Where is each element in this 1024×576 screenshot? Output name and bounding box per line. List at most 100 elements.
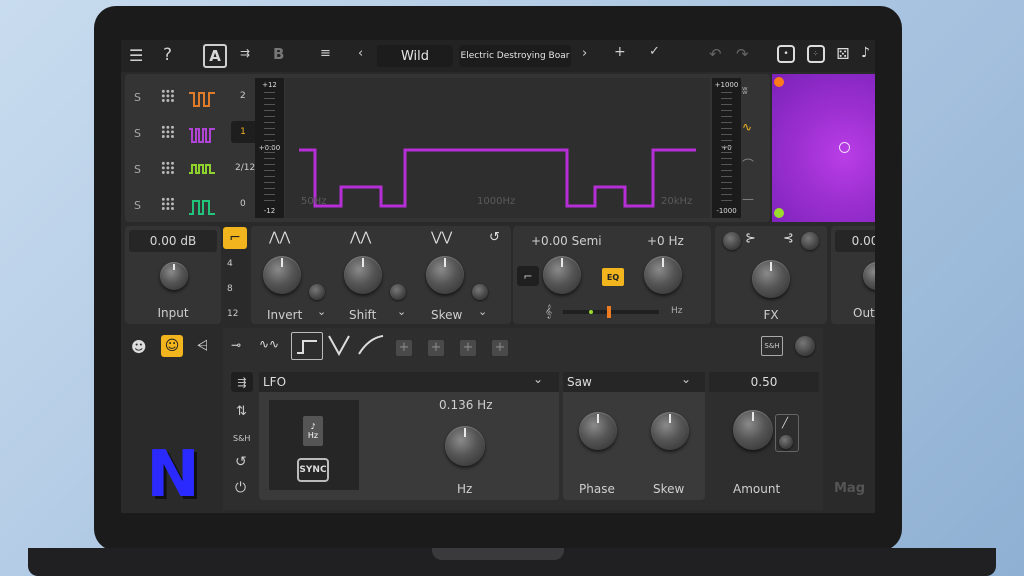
skew-small-knob[interactable] <box>472 284 488 300</box>
amount-knob[interactable] <box>733 410 773 450</box>
output-knob[interactable] <box>863 262 875 290</box>
pitch-slider[interactable] <box>563 306 659 318</box>
grid-icon[interactable] <box>161 197 175 211</box>
xy-pad-orange-node[interactable] <box>774 77 784 87</box>
lfo-rate-value[interactable]: 0.136 Hz <box>439 398 493 412</box>
gain-meter[interactable]: +12 +0.00 -12 <box>255 78 284 218</box>
help-icon[interactable]: ? <box>163 45 172 65</box>
amount-mod-slot[interactable]: ╱ <box>775 414 799 452</box>
band-2-solo-button[interactable]: S <box>134 127 141 140</box>
grid-icon[interactable] <box>161 89 175 103</box>
preset-list-icon[interactable]: ≡ <box>320 46 331 61</box>
curve-shape-icon[interactable] <box>357 334 385 360</box>
band-1-solo-button[interactable]: S <box>134 91 141 104</box>
skew-chevron-down-icon[interactable]: ⌄ <box>478 305 487 318</box>
reset-icon[interactable]: ↺ <box>489 230 500 245</box>
add-preset-icon[interactable]: + <box>614 44 626 60</box>
grid-icon[interactable] <box>161 125 175 139</box>
xy-pad-cursor[interactable] <box>839 142 850 153</box>
undo-icon[interactable]: ↶ <box>709 45 722 63</box>
triangle-wave-icon[interactable]: ⋀⋀ <box>269 230 290 245</box>
step-shape-icon[interactable] <box>291 332 323 360</box>
phase-knob[interactable] <box>579 412 617 450</box>
envelope-icon[interactable]: ⊸ <box>231 338 241 352</box>
triangle-wave-alt-icon[interactable]: ⋀⋀ <box>350 230 371 245</box>
lfo-rate-knob[interactable] <box>445 426 485 466</box>
xy-pad[interactable] <box>772 74 875 222</box>
invert-chevron-down-icon[interactable]: ⌄ <box>317 305 326 318</box>
add-shape-4-button[interactable]: + <box>492 340 508 356</box>
frequency-meter[interactable]: +1000 +0 -1000 <box>712 78 741 218</box>
invert-knob[interactable] <box>263 256 301 294</box>
band-3-solo-button[interactable]: S <box>134 163 141 176</box>
note-hz-toggle[interactable]: ♪ Hz <box>303 416 323 446</box>
v-shape-icon[interactable] <box>327 334 351 360</box>
dice-random-icon[interactable]: ⚄ <box>831 45 855 63</box>
amount-small-knob[interactable] <box>779 435 793 449</box>
routing-icon[interactable]: ⌐ <box>223 227 247 249</box>
up-down-icon[interactable]: ⇅ <box>236 404 247 419</box>
random-wave-icon[interactable]: ∿∿ <box>259 337 279 351</box>
grid-icon[interactable] <box>161 161 175 175</box>
preset-title-field[interactable]: Electric Destroying Boar <box>459 45 571 67</box>
monster-face-icon[interactable]: ☺ <box>161 335 183 357</box>
fx-merge-icon[interactable]: ⊰ <box>783 231 794 246</box>
save-preset-icon[interactable]: ✓ <box>649 44 660 59</box>
semitone-knob[interactable] <box>543 256 581 294</box>
power-icon[interactable]: ⏻ <box>235 480 246 496</box>
cat-face-icon[interactable]: ☻ <box>131 338 147 356</box>
dice-one-icon[interactable]: • <box>777 45 795 63</box>
fx-split-icon[interactable]: ⊱ <box>745 231 756 246</box>
semitone-value[interactable]: +0.00 Semi <box>531 234 602 248</box>
shift-small-knob[interactable] <box>390 284 406 300</box>
music-note-icon[interactable]: ♪ <box>861 45 870 61</box>
fx-right-small-knob[interactable] <box>801 232 819 250</box>
band-4-solo-button[interactable]: S <box>134 199 141 212</box>
output-value[interactable]: 0.00 <box>835 230 875 252</box>
invert-small-knob[interactable] <box>309 284 325 300</box>
add-shape-1-button[interactable]: + <box>396 340 412 356</box>
divide-4-button[interactable]: 4 <box>227 259 233 269</box>
horn-icon[interactable]: ⩤ <box>197 338 208 354</box>
lfo-sh-side-label[interactable]: S&H <box>233 434 250 443</box>
dice-four-icon[interactable]: ⁘ <box>807 45 825 63</box>
input-value[interactable]: 0.00 dB <box>129 230 217 252</box>
skew-knob[interactable] <box>426 256 464 294</box>
xy-pad-green-node[interactable] <box>774 208 784 218</box>
divide-8-button[interactable]: 8 <box>227 284 233 294</box>
preset-slot-a-button[interactable]: A <box>203 44 227 68</box>
band-waveform-display[interactable]: 50Hz 1000Hz 20kHz <box>285 78 710 218</box>
lfo-small-knob[interactable] <box>795 336 815 356</box>
smooth-wave-icon[interactable]: ⌒ <box>742 156 754 173</box>
sync-button[interactable]: SYNC <box>297 458 329 482</box>
add-shape-3-button[interactable]: + <box>460 340 476 356</box>
lfo-source-dropdown[interactable]: LFO ⌄ <box>259 372 559 392</box>
amount-value[interactable]: 0.50 <box>709 372 819 392</box>
lfo-shape-dropdown[interactable]: Saw ⌄ <box>563 372 705 392</box>
add-shape-2-button[interactable]: + <box>428 340 444 356</box>
menu-icon[interactable]: ☰ <box>129 46 143 65</box>
redo-icon[interactable]: ↷ <box>736 45 749 63</box>
copy-ab-icon[interactable]: ⇉ <box>240 46 250 60</box>
lfo-routing-icon[interactable]: ⇶ <box>231 372 253 392</box>
hz-knob[interactable] <box>644 256 682 294</box>
fx-left-small-knob[interactable] <box>723 232 741 250</box>
shift-chevron-down-icon[interactable]: ⌄ <box>397 305 406 318</box>
fx-knob[interactable] <box>752 260 790 298</box>
skew-wave-icon[interactable]: ⋁⋁ <box>431 230 452 245</box>
step-icon[interactable]: ⌐ <box>517 266 539 286</box>
preset-name-field[interactable]: Wild <box>377 45 453 67</box>
shift-knob[interactable] <box>344 256 382 294</box>
lfo-reset-icon[interactable]: ↺ <box>235 454 247 470</box>
noise-wave-icon[interactable]: ʬ <box>742 84 748 97</box>
flat-wave-icon[interactable]: — <box>742 192 754 206</box>
next-preset-icon[interactable]: › <box>582 46 587 61</box>
input-knob[interactable] <box>160 262 188 290</box>
sine-wave-icon[interactable]: ∿ <box>742 120 752 134</box>
prev-preset-icon[interactable]: ‹ <box>358 46 363 61</box>
sample-hold-button[interactable]: S&H <box>761 336 783 356</box>
lfo-skew-knob[interactable] <box>651 412 689 450</box>
hz-value[interactable]: +0 Hz <box>647 234 684 248</box>
divide-12-button[interactable]: 12 <box>227 309 238 319</box>
preset-slot-b-button[interactable]: B <box>273 45 284 63</box>
